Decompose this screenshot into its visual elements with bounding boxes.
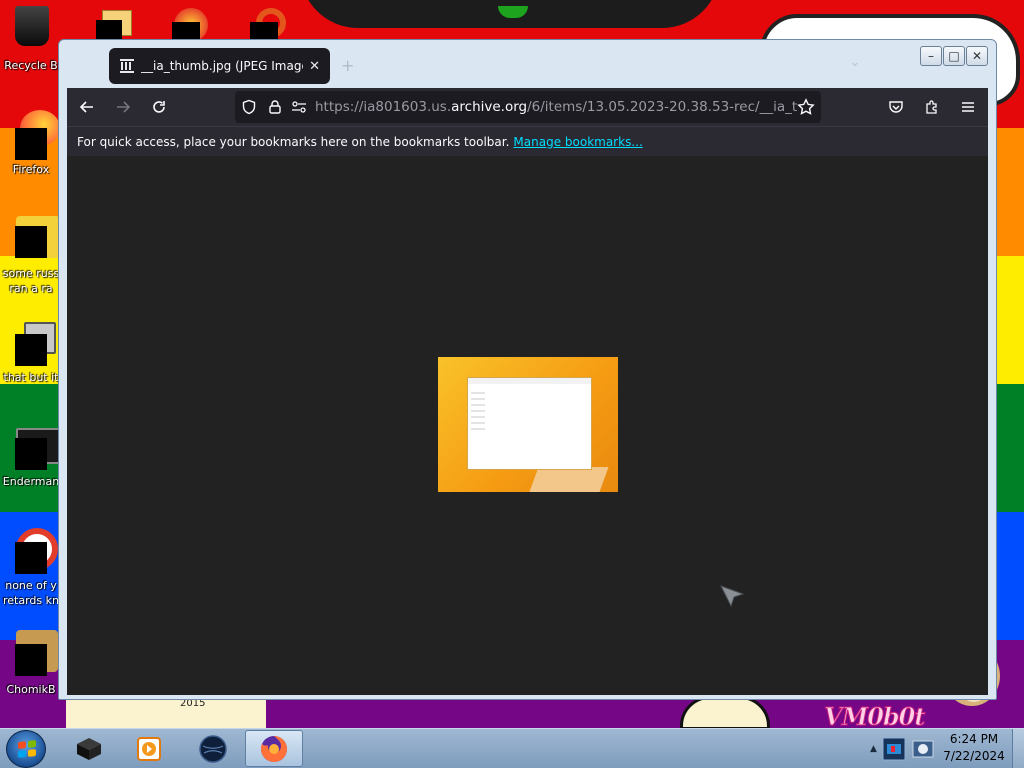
list-all-tabs-icon[interactable]: ⌄ — [849, 54, 861, 70]
tab-close-button[interactable]: ✕ — [309, 59, 320, 74]
desktop-icon-label: ChomikB — [6, 683, 56, 696]
system-tray: ▲ — [868, 729, 938, 768]
taskbar-clock[interactable]: 6:24 PM 7/22/2024 — [938, 731, 1010, 765]
desktop-icon-label: none of y retards kn — [3, 579, 59, 607]
toolbar-right — [876, 91, 984, 123]
new-tab-button[interactable]: + — [341, 56, 354, 75]
hamburger-menu-icon — [962, 102, 974, 112]
shortcut-icon-overlay — [15, 334, 47, 366]
url-prefix: https://ia801603.us. — [315, 99, 452, 115]
desktop-icon-label: that but it — [3, 371, 59, 384]
globe-icon — [199, 734, 227, 763]
page-content — [67, 156, 988, 695]
desktop-icon-label: Enderman — [2, 475, 60, 488]
desktop-icon-firefox[interactable]: Firefox — [0, 108, 62, 178]
start-button[interactable] — [6, 730, 46, 768]
app-menu-button[interactable] — [952, 91, 984, 123]
desktop-shortcut-icon[interactable] — [96, 8, 132, 40]
lock-icon[interactable] — [267, 99, 283, 115]
taskbar-app-globe[interactable] — [184, 730, 242, 767]
clock-date: 7/22/2024 — [943, 749, 1005, 763]
recycle-bin-icon — [15, 6, 49, 46]
back-button[interactable] — [71, 91, 103, 123]
maximize-button[interactable]: □ — [943, 46, 965, 66]
url-text[interactable]: https://ia801603.us.archive.org/6/items/… — [315, 99, 797, 115]
tab-active[interactable]: __ia_thumb.jpg (JPEG Image, 1 ✕ — [109, 48, 330, 84]
reload-icon — [153, 101, 165, 113]
reload-button[interactable] — [143, 91, 175, 123]
puzzle-piece-icon — [926, 100, 937, 114]
pocket-button[interactable] — [880, 91, 912, 123]
desktop-icon-shortcut[interactable]: that but it — [0, 320, 62, 390]
wallpaper-logo-text: VM0b0t — [823, 702, 925, 729]
wallpaper-shape — [680, 696, 770, 728]
tracking-protection-shield-icon[interactable] — [241, 99, 257, 115]
windows-logo-icon — [18, 740, 36, 758]
bookmarks-toolbar-message: For quick access, place your bookmarks h… — [77, 134, 510, 149]
desktop-icon-shortcut[interactable]: none of y retards kn — [0, 524, 62, 612]
bookmarks-toolbar: For quick access, place your bookmarks h… — [67, 126, 988, 156]
desktop-shortcut-icon[interactable] — [172, 8, 208, 42]
extensions-button[interactable] — [916, 91, 948, 123]
tray-app-icon[interactable] — [881, 736, 907, 762]
forward-arrow-icon — [117, 101, 131, 113]
desktop-icon-chomik[interactable]: ChomikB — [0, 630, 62, 700]
desktop-icon-label: Firefox — [12, 163, 50, 176]
navigation-toolbar: https://ia801603.us.archive.org/6/items/… — [67, 88, 988, 126]
tray-network-icon[interactable] — [911, 737, 935, 761]
archive-org-favicon-icon — [119, 58, 135, 74]
desktop-shortcut-icon[interactable] — [250, 8, 286, 42]
thumbnail-decor — [529, 467, 609, 492]
tab-title: __ia_thumb.jpg (JPEG Image, 1 — [141, 59, 303, 73]
desktop-icon-recycle-bin[interactable]: Recycle B — [0, 0, 62, 76]
mouse-cursor-icon — [719, 585, 745, 608]
url-bar[interactable]: https://ia801603.us.archive.org/6/items/… — [235, 91, 821, 123]
desktop-icon-shortcut[interactable]: some russ ran a ra — [0, 214, 62, 298]
cmd-icon — [77, 737, 101, 760]
back-arrow-icon — [79, 101, 93, 113]
taskbar-app-firefox[interactable] — [245, 730, 303, 767]
browser-window: __ia_thumb.jpg (JPEG Image, 1 ✕ + ⌄ – □ … — [58, 39, 997, 700]
shortcut-icon-overlay — [15, 644, 47, 676]
shortcut-icon-overlay — [15, 226, 47, 258]
desktop-icon-label: Recycle B — [4, 59, 58, 72]
thumbnail-image[interactable] — [438, 357, 618, 492]
taskbar-app-media-player[interactable] — [120, 730, 178, 767]
pocket-icon — [889, 101, 903, 113]
thumbnail-window — [467, 377, 592, 470]
firefox-icon-overlay — [15, 128, 47, 160]
taskbar-app-cmd[interactable] — [60, 730, 118, 767]
wallpaper-shape — [66, 696, 266, 728]
close-window-button[interactable]: ✕ — [966, 46, 988, 66]
tray-expand-arrow-icon[interactable]: ▲ — [870, 744, 877, 754]
show-desktop-button[interactable] — [1012, 729, 1024, 768]
manage-bookmarks-link[interactable]: Manage bookmarks... — [513, 135, 642, 149]
desktop-icon-shortcut[interactable]: Enderman — [0, 426, 62, 496]
window-controls: – □ ✕ — [920, 46, 988, 66]
minimize-button[interactable]: – — [920, 46, 942, 66]
bookmark-star-icon[interactable] — [797, 98, 815, 116]
desktop-icon-label: some russ ran a ra — [2, 267, 60, 295]
clock-time: 6:24 PM — [949, 732, 999, 746]
forward-button[interactable] — [107, 91, 139, 123]
url-domain: archive.org — [451, 99, 528, 115]
taskbar: ▲ 6:24 PM 7/22/2024 — [0, 728, 1024, 768]
firefox-icon — [261, 735, 287, 762]
shortcut-icon-overlay — [15, 542, 47, 574]
media-player-icon — [137, 736, 161, 761]
shortcut-icon-overlay — [15, 438, 47, 470]
url-path: /6/items/13.05.2023-20.38.53-rec/__ia_th… — [527, 99, 797, 115]
permissions-icon[interactable] — [291, 99, 307, 115]
